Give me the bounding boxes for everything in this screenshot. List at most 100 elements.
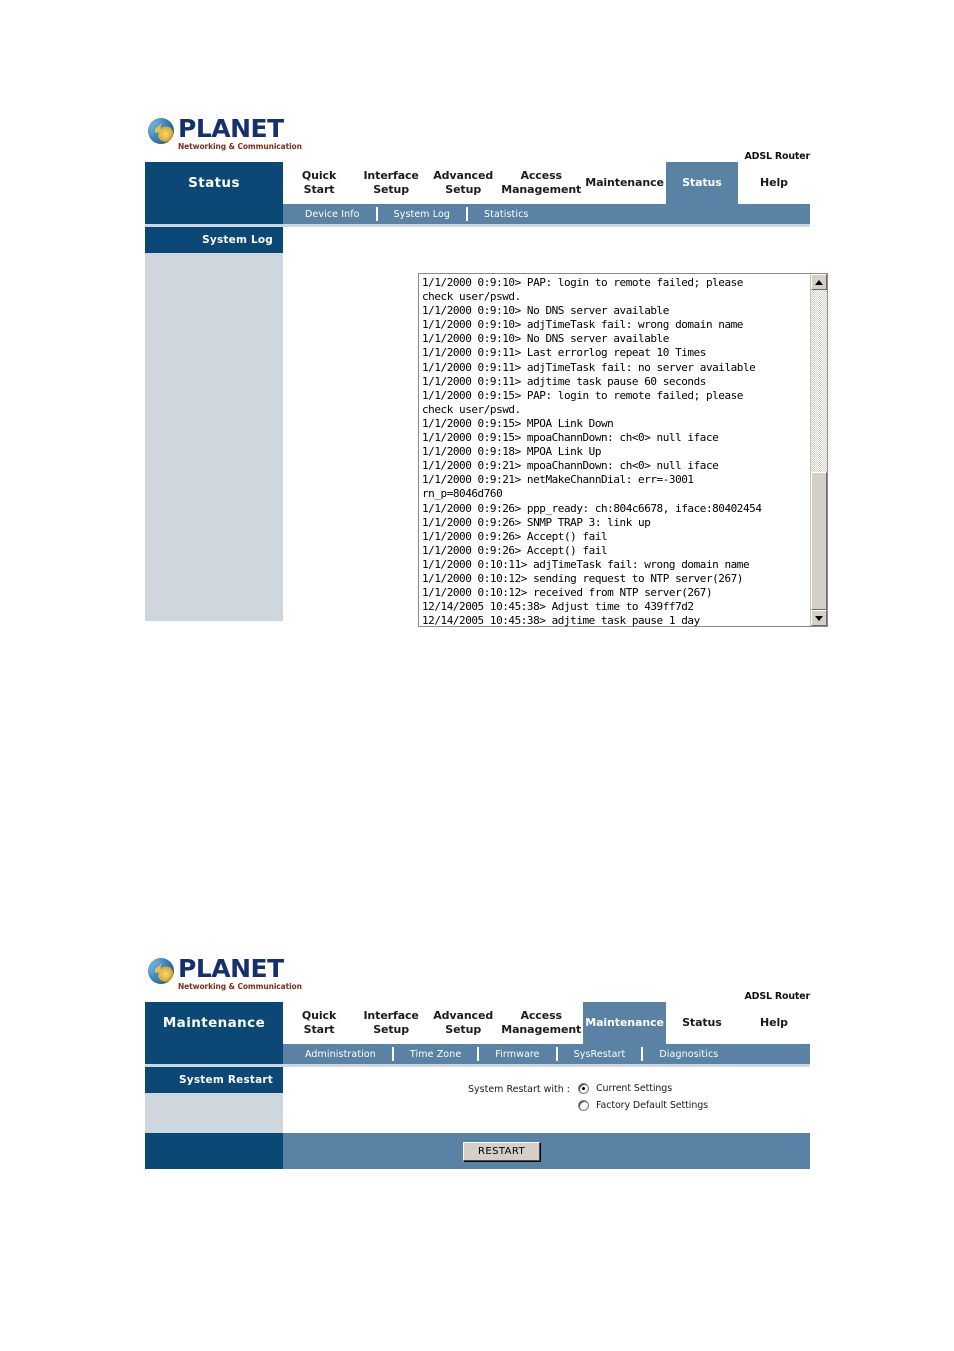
subtab-time-zone[interactable]: Time Zone <box>394 1049 477 1060</box>
log-scrollbar[interactable] <box>810 274 827 626</box>
maintenance-panel: PLANET Networking & Communication ADSL R… <box>145 950 810 1169</box>
tab-advanced-setup-line2: Setup <box>445 1023 482 1036</box>
sidebar-heading-system-restart: System Restart <box>145 1067 283 1093</box>
tab-access-management-line2: Management <box>501 1023 582 1036</box>
footer-action-bar: RESTART <box>283 1133 810 1169</box>
sub-tab-spacer <box>145 1044 283 1064</box>
tab-quick-start-line1: Quick <box>301 169 337 183</box>
sub-tab-row: Device Info System Log Statistics <box>145 204 810 224</box>
section-title: Maintenance <box>145 1002 283 1044</box>
sub-tab-row: Administration Time Zone Firmware SysRes… <box>145 1044 810 1064</box>
system-log-text: 1/1/2000 0:9:10> PAP: login to remote fa… <box>422 276 762 626</box>
tab-interface-setup[interactable]: Interface Setup <box>355 1002 427 1044</box>
device-label: ADSL Router <box>744 991 810 1002</box>
device-label: ADSL Router <box>744 151 810 162</box>
subtab-sysrestart[interactable]: SysRestart <box>558 1049 642 1060</box>
maintenance-content: System Restart with : Current Settings F… <box>283 1067 810 1133</box>
logo-tagline: Networking & Communication <box>178 982 302 991</box>
tab-quick-start[interactable]: Quick Start <box>283 162 355 204</box>
subtab-device-info[interactable]: Device Info <box>289 209 376 220</box>
subtab-diagnostics[interactable]: Diagnositics <box>643 1049 734 1060</box>
main-nav-row: Maintenance Quick Start Interface Setup … <box>145 1002 810 1044</box>
tab-interface-setup-line2: Setup <box>373 183 410 196</box>
maintenance-sidebar: System Restart <box>145 1067 283 1133</box>
scroll-down-button[interactable] <box>811 610 827 626</box>
tab-help[interactable]: Help <box>738 162 810 204</box>
tab-advanced-setup-line1: Advanced <box>433 169 494 183</box>
tab-advanced-setup[interactable]: Advanced Setup <box>427 1002 499 1044</box>
status-panel: PLANET Networking & Communication ADSL R… <box>145 110 828 627</box>
maintenance-footer: RESTART <box>145 1133 810 1169</box>
radio-option-factory-default-settings[interactable]: Factory Default Settings <box>578 1100 708 1111</box>
logo-bar: PLANET Networking & Communication ADSL R… <box>145 950 810 1002</box>
tab-help-label: Help <box>760 1016 788 1030</box>
tab-quick-start-line2: Start <box>303 183 335 196</box>
maintenance-body: System Restart System Restart with : Cur… <box>145 1067 810 1133</box>
subtab-system-log[interactable]: System Log <box>378 209 466 220</box>
tab-quick-start-line1: Quick <box>301 1009 337 1023</box>
footer-sidebar <box>145 1133 283 1169</box>
tab-access-management-line1: Access <box>520 169 562 183</box>
scrollbar-thumb[interactable] <box>811 472 827 610</box>
radio-factory-default-icon[interactable] <box>578 1100 589 1111</box>
tab-interface-setup-line1: Interface <box>363 1009 419 1023</box>
tab-access-management-line1: Access <box>520 1009 562 1023</box>
tab-interface-setup-line1: Interface <box>363 169 419 183</box>
logo-brand-name: PLANET <box>178 954 284 983</box>
subtab-statistics[interactable]: Statistics <box>468 209 544 220</box>
sub-tab-strip: Device Info System Log Statistics <box>283 204 810 224</box>
system-restart-form: System Restart with : Current Settings F… <box>468 1083 708 1111</box>
restart-button[interactable]: RESTART <box>463 1141 540 1161</box>
sub-tab-spacer <box>145 204 283 224</box>
restart-mode-radio-group: Current Settings Factory Default Setting… <box>578 1083 708 1111</box>
logo-brand-name: PLANET <box>178 114 284 143</box>
tab-access-management[interactable]: Access Management <box>499 162 583 204</box>
tab-status[interactable]: Status <box>666 1002 738 1044</box>
tab-help[interactable]: Help <box>738 1002 810 1044</box>
logo-bar: PLANET Networking & Communication ADSL R… <box>145 110 810 162</box>
tab-status-label: Status <box>682 1016 722 1030</box>
section-title: Status <box>145 162 283 204</box>
tab-interface-setup-line2: Setup <box>373 1023 410 1036</box>
system-log-viewer[interactable]: 1/1/2000 0:9:10> PAP: login to remote fa… <box>418 273 828 627</box>
system-restart-with-label: System Restart with : <box>468 1084 570 1095</box>
status-content: 1/1/2000 0:9:10> PAP: login to remote fa… <box>283 227 828 627</box>
status-body: System Log 1/1/2000 0:9:10> PAP: login t… <box>145 227 828 627</box>
planet-logo: PLANET Networking & Communication <box>148 954 302 991</box>
tab-access-management-line2: Management <box>501 183 582 196</box>
tab-maintenance[interactable]: Maintenance <box>583 162 666 204</box>
tab-maintenance[interactable]: Maintenance <box>583 1002 666 1044</box>
sub-tab-strip: Administration Time Zone Firmware SysRes… <box>283 1044 810 1064</box>
tab-access-management[interactable]: Access Management <box>499 1002 583 1044</box>
tab-status-label: Status <box>682 176 722 190</box>
main-tabs: Quick Start Interface Setup Advanced Set… <box>283 162 810 204</box>
radio-current-settings-label: Current Settings <box>596 1083 673 1094</box>
planet-logo: PLANET Networking & Communication <box>148 114 302 151</box>
status-sidebar: System Log <box>145 227 283 621</box>
tab-advanced-setup[interactable]: Advanced Setup <box>427 162 499 204</box>
chevron-up-icon <box>815 279 823 285</box>
main-tabs: Quick Start Interface Setup Advanced Set… <box>283 1002 810 1044</box>
subtab-firmware[interactable]: Firmware <box>479 1049 555 1060</box>
planet-globe-icon <box>148 958 174 984</box>
main-nav-row: Status Quick Start Interface Setup Advan… <box>145 162 810 204</box>
tab-maintenance-label: Maintenance <box>585 176 664 190</box>
radio-current-settings-icon[interactable] <box>578 1083 589 1094</box>
tab-quick-start-line2: Start <box>303 1023 335 1036</box>
radio-factory-default-label: Factory Default Settings <box>596 1100 709 1111</box>
tab-maintenance-label: Maintenance <box>585 1016 664 1030</box>
sidebar-filler <box>145 1093 283 1133</box>
sidebar-heading-system-log: System Log <box>145 227 283 253</box>
chevron-down-icon <box>815 615 823 621</box>
tab-status[interactable]: Status <box>665 162 738 204</box>
tab-advanced-setup-line2: Setup <box>445 183 482 196</box>
scroll-up-button[interactable] <box>811 274 827 290</box>
tab-advanced-setup-line1: Advanced <box>433 1009 494 1023</box>
tab-quick-start[interactable]: Quick Start <box>283 1002 355 1044</box>
scrollbar-track[interactable] <box>811 290 827 610</box>
tab-interface-setup[interactable]: Interface Setup <box>355 162 427 204</box>
radio-option-current-settings[interactable]: Current Settings <box>578 1083 708 1094</box>
tab-help-label: Help <box>760 176 788 190</box>
sidebar-filler <box>145 253 283 621</box>
subtab-administration[interactable]: Administration <box>289 1049 392 1060</box>
